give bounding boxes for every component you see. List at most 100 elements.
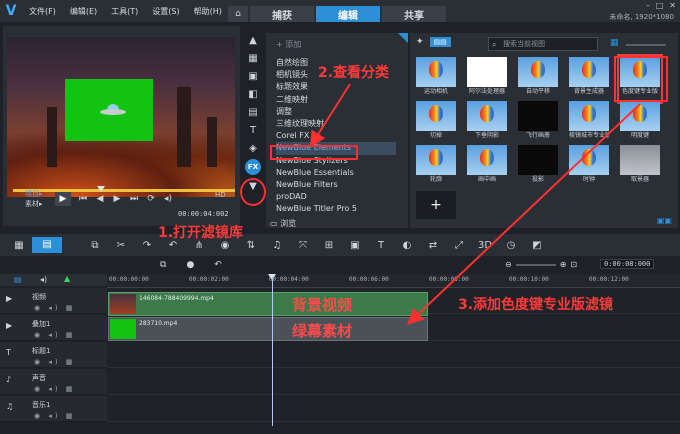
hd-badge[interactable]: HD <box>215 191 226 199</box>
filter-thumbnail[interactable]: 明度键 <box>620 101 660 145</box>
undo-icon[interactable]: ↶ <box>214 260 222 270</box>
category-item[interactable]: 标题效果 <box>276 81 396 93</box>
track-lane[interactable] <box>107 396 680 422</box>
subtitle-icon[interactable]: T <box>368 240 394 251</box>
instant-project-icon[interactable]: ▣ <box>246 69 260 83</box>
zoom-in-icon[interactable]: ⊕ <box>560 260 567 269</box>
zoom-slider[interactable] <box>515 263 556 266</box>
track-manager-icon[interactable]: ▤ <box>14 275 22 284</box>
list-view-icon[interactable]: ▦ <box>610 38 619 48</box>
add-button[interactable]: + 添加 <box>276 39 301 50</box>
add-filter-button[interactable]: + <box>416 191 456 219</box>
play-button[interactable]: ▶ <box>55 192 71 206</box>
audio-icon[interactable]: ♫ <box>264 240 290 251</box>
track-controls[interactable]: ◉ ◂) ▦ <box>34 385 75 393</box>
track-controls[interactable]: ◉ ◂) ▦ <box>34 331 75 339</box>
fx-filter-icon[interactable]: FX <box>245 159 261 175</box>
filter-thumbnail[interactable]: 时钟 <box>569 145 609 189</box>
template-icon[interactable]: ▤ <box>246 105 260 119</box>
zoom-out-icon[interactable]: ⊖ <box>505 260 512 269</box>
track-header[interactable]: ♫ 音乐1 ◉ ◂) ▦ <box>0 396 107 422</box>
repeat-icon[interactable]: ⟳ <box>146 194 156 204</box>
filter-thumbnail[interactable]: 下垂阴影 <box>467 101 507 145</box>
collapse-up-icon[interactable]: ▲ <box>246 33 260 47</box>
filter-thumbnail[interactable]: 投影 <box>518 145 558 189</box>
home-start-icon[interactable]: ⏮ <box>78 194 88 204</box>
filter-thumbnail[interactable]: 取景器 <box>620 145 660 189</box>
category-item[interactable]: 调整 <box>276 106 396 118</box>
track-lane[interactable] <box>107 342 680 368</box>
speed-icon[interactable]: ◷ <box>498 240 524 251</box>
track-header[interactable]: ♪ 声音 ◉ ◂) ▦ <box>0 369 107 395</box>
timeline-ruler[interactable]: 00:00:00:00 00:00:02:00 00:00:04:00 00:00:0… <box>107 274 680 288</box>
multicam-icon[interactable]: ⊞ <box>316 240 342 251</box>
mute-all-icon[interactable]: ◂) <box>40 275 47 284</box>
chapter-icon[interactable]: ▣ <box>342 240 368 251</box>
track-controls[interactable]: ◉ ◂) ▦ <box>34 304 75 312</box>
graphics-icon[interactable]: ◈ <box>246 141 260 155</box>
close-icon[interactable]: ✕ <box>669 1 676 10</box>
copy-icon[interactable]: ⧉ <box>82 240 108 251</box>
track-header[interactable]: T 标题1 ◉ ◂) ▦ <box>0 342 107 368</box>
filter-thumbnail[interactable]: 自动平移 <box>518 57 558 101</box>
category-item[interactable]: NewBlue Essentials <box>276 167 396 179</box>
track-controls[interactable]: ◉ ◂) ▦ <box>34 358 75 366</box>
minimize-icon[interactable]: – <box>646 1 650 10</box>
filter-thumbnail[interactable]: 飞行画册 <box>518 101 558 145</box>
storyboard-view-icon[interactable]: ▤ <box>32 237 62 253</box>
tab-edit[interactable]: 编辑 <box>316 6 380 22</box>
size-slider[interactable] <box>626 44 666 46</box>
home-icon[interactable]: ⌂ <box>228 6 248 22</box>
volume-icon[interactable]: ◂) <box>163 194 173 204</box>
project-mode-label[interactable]: 项目▸ <box>25 189 43 199</box>
settings-icon[interactable]: ▣▣ <box>657 216 672 225</box>
maximize-icon[interactable]: □ <box>656 1 664 10</box>
media-icon[interactable]: ▦ <box>246 51 260 65</box>
cut-icon[interactable]: ✂ <box>108 240 134 251</box>
fit-icon[interactable]: ⊡ <box>570 260 577 269</box>
menu-tools[interactable]: 工具(T) <box>104 6 145 17</box>
title-icon[interactable]: T <box>246 123 260 137</box>
color-icon[interactable]: ◩ <box>524 240 550 251</box>
motion-icon[interactable]: ⤧ <box>290 240 316 251</box>
mask-icon[interactable]: ◐ <box>394 240 420 251</box>
category-item[interactable]: 二维映射 <box>276 94 396 106</box>
filter-thumbnail[interactable]: 轮廓 <box>416 145 456 189</box>
add-track-icon[interactable]: ⧉ <box>160 260 166 270</box>
category-item[interactable]: 三维纹理映射 <box>276 118 396 130</box>
track-icon[interactable]: ⇄ <box>420 240 446 251</box>
end-icon[interactable]: ⏭ <box>129 194 139 204</box>
clip-mode-label[interactable]: 素材▸ <box>25 199 43 209</box>
filter-thumbnail[interactable]: 背景生成器 <box>569 57 609 101</box>
track-controls[interactable]: ◉ ◂) ▦ <box>34 412 75 420</box>
record-icon[interactable]: ● <box>186 260 194 270</box>
tab-capture[interactable]: 捕获 <box>250 6 314 22</box>
track-header[interactable]: ▶ 叠加1 ◉ ◂) ▦ <box>0 315 107 341</box>
menu-file[interactable]: 文件(F) <box>22 6 63 17</box>
prev-frame-icon[interactable]: ◀ <box>95 194 105 204</box>
playhead[interactable] <box>272 276 273 426</box>
video-clip[interactable]: 146084-788409994.mp4 <box>108 292 428 316</box>
category-item[interactable]: proDAD <box>276 191 396 203</box>
filter-thumbnail[interactable]: 运动相机 <box>416 57 456 101</box>
3d-title-icon[interactable]: 3D <box>472 240 498 251</box>
tab-share[interactable]: 共享 <box>382 6 446 22</box>
search-input[interactable]: ⌕ 搜索当前视图 <box>488 37 598 51</box>
timeline-timecode[interactable]: 0:00:08:000 <box>600 259 655 269</box>
timeline-view-icon[interactable]: ▦ <box>6 240 32 251</box>
filter-thumbnail[interactable]: 画中画 <box>467 145 507 189</box>
menu-help[interactable]: 帮助(H) <box>187 6 229 17</box>
menu-edit[interactable]: 编辑(E) <box>63 6 104 17</box>
redo-icon[interactable]: ↷ <box>134 240 160 251</box>
category-item[interactable]: Corel FX <box>276 130 396 142</box>
filter-thumbnail[interactable]: 切掉 <box>416 101 456 145</box>
overlay-clip[interactable]: 283710.mp4 <box>108 317 428 341</box>
pan-icon[interactable]: ⤢ <box>446 240 472 251</box>
view-toggle-icon[interactable]: ▤▤ <box>429 37 451 47</box>
filter-thumbnail[interactable]: 阿尔法处理器 <box>467 57 507 101</box>
browse-button[interactable]: ▭ 浏览 <box>270 218 296 229</box>
category-item[interactable]: NewBlue Titler Pro 5 <box>276 203 396 215</box>
star-icon[interactable]: ✦ <box>416 37 424 47</box>
category-item[interactable]: NewBlue Filters <box>276 179 396 191</box>
next-frame-icon[interactable]: ▶ <box>112 194 122 204</box>
